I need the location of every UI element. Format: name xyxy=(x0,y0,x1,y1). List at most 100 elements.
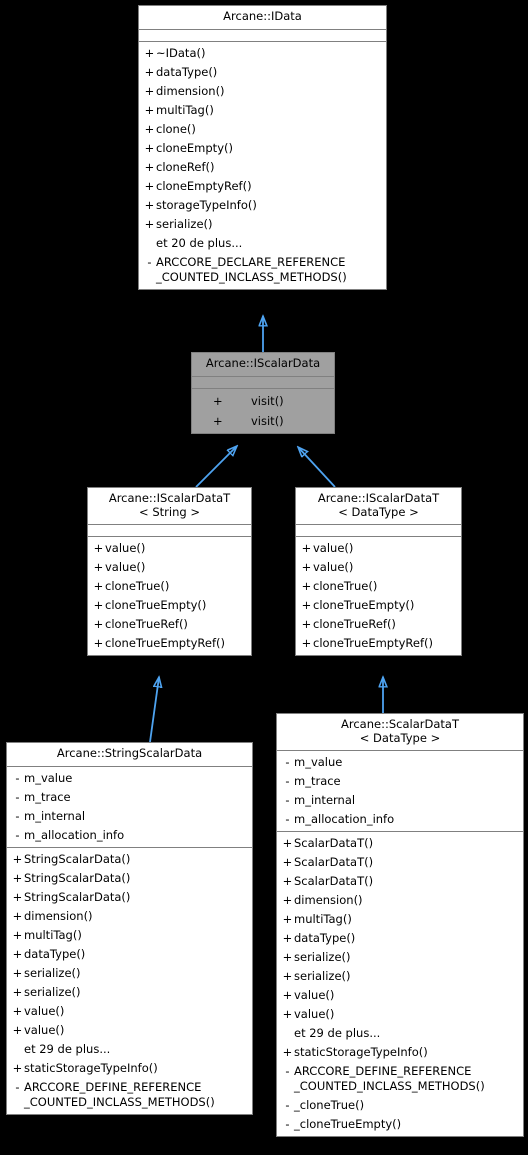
attribute-row: - m_trace xyxy=(277,772,523,791)
member-name: cloneTrueRef() xyxy=(313,617,396,631)
visibility-marker: - xyxy=(15,770,20,785)
class-title-iscalardatat-string: Arcane::IScalarDataT < String > xyxy=(88,488,251,525)
member-name: dimension() xyxy=(294,893,363,907)
member-name: cloneEmptyRef() xyxy=(156,178,252,193)
visibility-marker: + xyxy=(12,965,23,980)
visibility-marker: + xyxy=(144,178,155,193)
method-row: et 20 de plus... xyxy=(139,234,386,253)
member-name: cloneTrueRef() xyxy=(105,617,188,631)
member-name: value() xyxy=(313,541,354,555)
member-name: multiTag() xyxy=(294,912,352,926)
class-box-idata[interactable]: Arcane::IData + ~IData() + dataType() + dimen… xyxy=(138,5,387,290)
visibility-marker: + xyxy=(12,889,23,904)
member-name: cloneTrueEmpty() xyxy=(105,598,207,612)
member-name: m_trace xyxy=(24,789,71,804)
method-row: + cloneRef() xyxy=(139,158,386,177)
methods-section-iscalardata: + visit() + visit() xyxy=(192,388,334,433)
member-name: value() xyxy=(294,1007,335,1021)
visibility-marker: + xyxy=(282,1045,293,1059)
method-row: + StringScalarData() xyxy=(7,869,252,888)
visibility-marker: + xyxy=(12,1022,23,1037)
visibility-marker: + xyxy=(12,1003,23,1018)
method-row: + multiTag() xyxy=(7,926,252,945)
visibility-marker: - xyxy=(15,827,20,842)
member-name: cloneTrue() xyxy=(105,579,170,593)
method-row: + storageTypeInfo() xyxy=(139,196,386,215)
method-row: + value() xyxy=(7,1021,252,1040)
method-row: + dimension() xyxy=(7,907,252,926)
visibility-marker: - xyxy=(285,812,290,826)
visibility-marker: + xyxy=(93,598,104,612)
method-row: - _cloneTrueEmpty() xyxy=(277,1115,523,1134)
attribute-row: - m_trace xyxy=(7,788,252,807)
method-row: + clone() xyxy=(139,120,386,139)
class-title-idata: Arcane::IData xyxy=(139,6,386,30)
visibility-marker: + xyxy=(12,851,23,866)
visibility-marker: + xyxy=(301,617,312,631)
member-name: value() xyxy=(294,988,335,1002)
member-name: serialize() xyxy=(294,969,351,983)
method-row: + value() xyxy=(277,1005,523,1024)
visibility-marker: + xyxy=(301,598,312,612)
class-box-iscalardata[interactable]: Arcane::IScalarData + visit() + visit() xyxy=(191,352,335,434)
member-name: ScalarDataT() xyxy=(294,855,374,869)
visibility-marker: + xyxy=(144,121,155,136)
visibility-marker: + xyxy=(12,984,23,999)
attributes-section-iscalardatat-datatype xyxy=(296,525,461,537)
visibility-marker: + xyxy=(12,1060,23,1075)
member-name: m_value xyxy=(24,770,73,785)
class-box-stringscalardata[interactable]: Arcane::StringScalarData - m_value - m_trac… xyxy=(6,742,253,1115)
visibility-marker: + xyxy=(282,912,293,926)
methods-section-stringscalardata: + StringScalarData() + StringScalarData() + S… xyxy=(7,847,252,1114)
class-box-iscalardatat-string[interactable]: Arcane::IScalarDataT < String > + value()… xyxy=(87,487,252,656)
method-row: + dataType() xyxy=(139,63,386,82)
visibility-marker: - xyxy=(15,808,20,823)
methods-section-iscalardatat-string: + value() + value() + cloneTrue() + cloneTrueEm… xyxy=(88,537,251,655)
class-box-iscalardatat-datatype[interactable]: Arcane::IScalarDataT < DataType > + value… xyxy=(295,487,462,656)
class-title-stringscalardata: Arcane::StringScalarData xyxy=(7,743,252,767)
visibility-marker: + xyxy=(282,1007,293,1021)
visibility-marker: + xyxy=(282,969,293,983)
method-row: + StringScalarData() xyxy=(7,850,252,869)
member-name: ScalarDataT() xyxy=(294,836,374,850)
method-row: + StringScalarData() xyxy=(7,888,252,907)
visibility-marker: + xyxy=(12,927,23,942)
visibility-marker: + xyxy=(144,159,155,174)
visibility-marker: + xyxy=(12,870,23,885)
attribute-row: - m_allocation_info xyxy=(7,826,252,845)
visibility-marker: + xyxy=(144,83,155,98)
member-name: m_trace xyxy=(294,774,341,788)
visibility-marker: + xyxy=(144,216,155,231)
member-name: cloneRef() xyxy=(156,159,215,174)
visibility-marker: + xyxy=(144,102,155,117)
member-name: value() xyxy=(105,541,146,555)
member-name: value() xyxy=(105,560,146,574)
member-name: cloneTrue() xyxy=(313,579,378,593)
member-name: ARCCORE_DECLARE_REFERENCE _COUNTED_INCLA… xyxy=(156,254,347,284)
method-row: + dataType() xyxy=(7,945,252,964)
member-name: m_value xyxy=(294,755,343,769)
member-name: ARCCORE_DEFINE_REFERENCE _COUNTED_INCLAS… xyxy=(24,1079,215,1109)
method-row: + cloneTrueRef() xyxy=(88,615,251,634)
member-name: multiTag() xyxy=(24,927,82,942)
visibility-marker: + xyxy=(282,893,293,907)
member-name: dimension() xyxy=(156,83,225,98)
method-row: + serialize() xyxy=(277,967,523,986)
member-name: clone() xyxy=(156,121,196,136)
method-row: + cloneEmptyRef() xyxy=(139,177,386,196)
member-name: et 29 de plus... xyxy=(24,1041,111,1056)
member-name: visit() xyxy=(251,393,284,408)
member-name: ScalarDataT() xyxy=(294,874,374,888)
method-row: + ScalarDataT() xyxy=(277,872,523,891)
visibility-marker: - xyxy=(285,755,290,769)
member-name: serialize() xyxy=(24,984,81,999)
visibility-marker: - xyxy=(285,1098,290,1112)
member-name: multiTag() xyxy=(156,102,214,117)
class-box-scalardatat[interactable]: Arcane::ScalarDataT < DataType > - m_valu… xyxy=(276,713,524,1137)
visibility-marker: + xyxy=(144,45,155,60)
method-row: + value() xyxy=(88,558,251,577)
method-row: - ARCCORE_DEFINE_REFERENCE _COUNTED_INCLA… xyxy=(7,1078,252,1112)
member-name: et 29 de plus... xyxy=(294,1026,381,1040)
method-row: + cloneEmpty() xyxy=(139,139,386,158)
attribute-row: - m_value xyxy=(7,769,252,788)
